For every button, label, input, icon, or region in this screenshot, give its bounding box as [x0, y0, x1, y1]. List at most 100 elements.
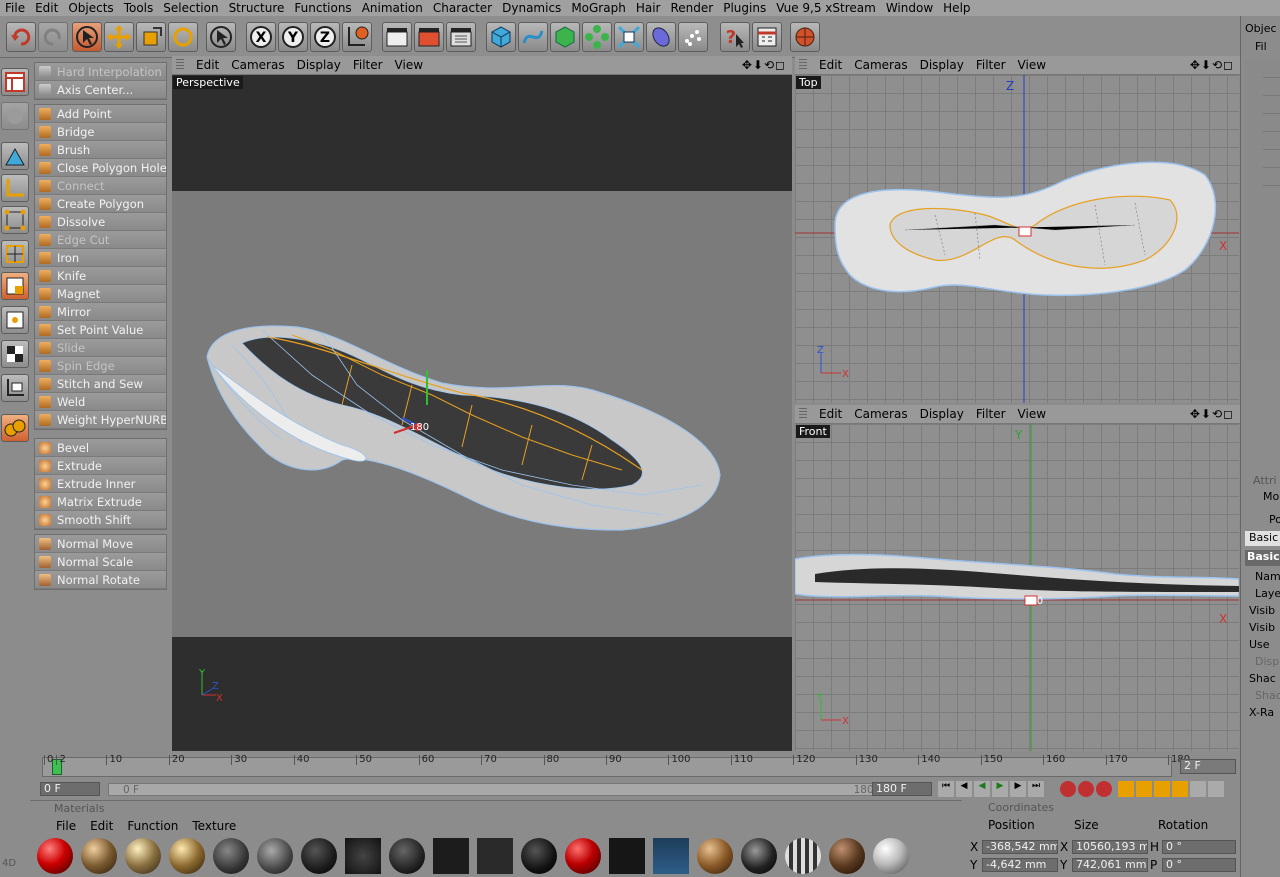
preview-range-slider[interactable]: 0 F 180 F — [108, 783, 898, 796]
cmd-normal-move[interactable]: Normal Move — [35, 535, 166, 553]
mat-menu-texture[interactable]: Texture — [192, 819, 236, 837]
viewport-nav-controls[interactable]: ✥⬇⟲◻ — [1190, 407, 1234, 421]
x-axis-lock-button[interactable]: X — [246, 22, 276, 52]
prop-visible-editor[interactable]: Visib — [1245, 602, 1280, 619]
move-button[interactable] — [104, 22, 134, 52]
start-frame-field[interactable]: 0 F — [40, 782, 100, 796]
render-view-button[interactable] — [382, 22, 412, 52]
scale-key-icon[interactable] — [1136, 781, 1152, 797]
vp-menu-cameras[interactable]: Cameras — [854, 58, 907, 72]
points-mode-button[interactable] — [1, 206, 29, 234]
menu-animation[interactable]: Animation — [357, 0, 428, 16]
cmd-brush[interactable]: Brush — [35, 141, 166, 159]
basic-tab[interactable]: Basic — [1245, 531, 1280, 546]
array-button[interactable] — [582, 22, 612, 52]
cmd-close-polygon-hole[interactable]: Close Polygon Hole — [35, 159, 166, 177]
vp-menu-display[interactable]: Display — [920, 58, 964, 72]
scene-button[interactable] — [646, 22, 676, 52]
play-backward-icon[interactable]: ◀ — [974, 781, 990, 797]
top-viewport[interactable]: Top Z X Z X — [795, 75, 1239, 403]
vue-button[interactable] — [790, 22, 820, 52]
prop-name[interactable]: Nam — [1245, 568, 1280, 585]
menu-selection[interactable]: Selection — [158, 0, 223, 16]
material-noise[interactable] — [521, 838, 557, 874]
material-gold-speckle[interactable] — [125, 838, 161, 874]
keyframe-selection-icon[interactable] — [1096, 781, 1112, 797]
material-cube-flat[interactable] — [609, 838, 645, 874]
rotation-key-icon[interactable] — [1154, 781, 1170, 797]
position-y-field[interactable]: -4,642 mm — [982, 858, 1058, 872]
spline-pen-button[interactable] — [518, 22, 548, 52]
attributes-mode-menu[interactable]: Mo — [1263, 490, 1279, 503]
menu-character[interactable]: Character — [428, 0, 497, 16]
objects-file-menu[interactable]: Fil — [1255, 40, 1267, 53]
menu-window[interactable]: Window — [881, 0, 938, 16]
autokey-icon[interactable] — [1078, 781, 1094, 797]
prop-visible-renderer[interactable]: Visib — [1245, 619, 1280, 636]
attributes-tab[interactable]: Attri — [1253, 474, 1277, 487]
material-rock[interactable] — [257, 838, 293, 874]
layout-button[interactable] — [1, 68, 29, 96]
cmd-add-point[interactable]: Add Point — [35, 105, 166, 123]
cmd-iron[interactable]: Iron — [35, 249, 166, 267]
vp-menu-filter[interactable]: Filter — [976, 58, 1006, 72]
cmd-bevel[interactable]: Bevel — [35, 439, 166, 457]
nurbs-button[interactable] — [550, 22, 580, 52]
shoe-model-front[interactable] — [795, 424, 1239, 751]
help-button[interactable]: ? — [720, 22, 750, 52]
prop-use-color[interactable]: Use — [1245, 636, 1280, 653]
vp-menu-display[interactable]: Display — [920, 407, 964, 421]
go-to-end-icon[interactable]: ⏭ — [1028, 781, 1044, 797]
menu-structure[interactable]: Structure — [224, 0, 290, 16]
front-viewport[interactable]: Front Y X 180 Y X — [795, 424, 1239, 751]
menu-dynamics[interactable]: Dynamics — [497, 0, 566, 16]
menu-objects[interactable]: Objects — [63, 0, 118, 16]
mat-menu-function[interactable]: Function — [127, 819, 178, 837]
edges-mode-button[interactable] — [1, 240, 29, 268]
material-red-2[interactable] — [565, 838, 601, 874]
go-to-start-icon[interactable]: ⏮ — [938, 781, 954, 797]
drag-grip-icon[interactable] — [799, 59, 807, 71]
menu-functions[interactable]: Functions — [289, 0, 356, 16]
material-label[interactable] — [653, 838, 689, 874]
cmd-stitch-and-sew[interactable]: Stitch and Sew — [35, 375, 166, 393]
size-x-field[interactable]: 10560,193 m — [1072, 840, 1148, 854]
material-brown[interactable] — [829, 838, 865, 874]
menu-vue[interactable]: Vue 9,5 xStream — [771, 0, 881, 16]
cmd-magnet[interactable]: Magnet — [35, 285, 166, 303]
menu-render[interactable]: Render — [665, 0, 718, 16]
tree-row[interactable] — [1263, 114, 1280, 132]
vp-menu-cameras[interactable]: Cameras — [854, 407, 907, 421]
tree-row[interactable] — [1263, 78, 1280, 96]
cmd-hard-interpolation[interactable]: Hard Interpolation — [35, 63, 166, 81]
vp-menu-filter[interactable]: Filter — [976, 407, 1006, 421]
scale-button[interactable] — [136, 22, 166, 52]
material-red[interactable] — [37, 838, 73, 874]
drag-grip-icon[interactable] — [799, 408, 807, 420]
position-key-icon[interactable] — [1118, 781, 1134, 797]
cube-button[interactable] — [486, 22, 516, 52]
material-bronze[interactable] — [81, 838, 117, 874]
current-frame-field[interactable]: 2 F — [1180, 759, 1236, 774]
vp-menu-view[interactable]: View — [1018, 58, 1046, 72]
point-level-icon[interactable] — [1190, 781, 1206, 797]
cmd-extrude-inner[interactable]: Extrude Inner — [35, 475, 166, 493]
polygons-mode-button[interactable] — [1, 272, 29, 300]
material-cube-black[interactable] — [433, 838, 469, 874]
end-frame-field[interactable]: 180 F — [872, 782, 932, 796]
drag-grip-icon[interactable] — [176, 59, 184, 71]
snap-button[interactable] — [1, 414, 29, 442]
menu-help[interactable]: Help — [938, 0, 975, 16]
position-x-field[interactable]: -368,542 mm — [982, 840, 1058, 854]
mat-menu-edit[interactable]: Edit — [90, 819, 113, 837]
rotate-button[interactable] — [168, 22, 198, 52]
cmd-axis-center[interactable]: Axis Center... — [35, 81, 166, 99]
material-white[interactable] — [873, 838, 909, 874]
material-chrome-dark[interactable] — [741, 838, 777, 874]
material-stripes[interactable] — [785, 838, 821, 874]
z-axis-lock-button[interactable]: Z — [310, 22, 340, 52]
size-y-field[interactable]: 742,061 mm — [1072, 858, 1148, 872]
cmd-normal-scale[interactable]: Normal Scale — [35, 553, 166, 571]
vp-menu-cameras[interactable]: Cameras — [231, 58, 284, 72]
vp-menu-edit[interactable]: Edit — [196, 58, 219, 72]
